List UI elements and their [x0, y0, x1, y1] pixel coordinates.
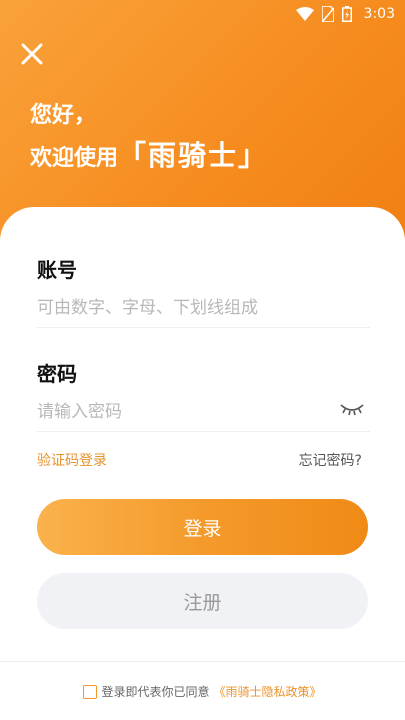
register-button[interactable]: 注册	[37, 573, 368, 629]
greeting-line2: 欢迎使用「雨骑士」	[30, 136, 268, 179]
footer-divider	[0, 661, 405, 662]
password-label: 密码	[37, 362, 77, 386]
status-time: 3:03	[363, 6, 395, 22]
battery-icon	[341, 6, 352, 22]
brand-name: 「雨骑士」	[118, 139, 269, 172]
wifi-icon	[295, 7, 314, 21]
close-button[interactable]	[16, 38, 48, 70]
agree-text: 登录即代表你已同意	[101, 685, 210, 699]
password-input[interactable]	[37, 392, 370, 432]
greeting-line1: 您好，	[30, 103, 97, 128]
agreement-row: 登录即代表你已同意 《雨骑士隐私政策》	[0, 683, 405, 700]
no-sim-icon	[321, 6, 334, 22]
privacy-policy-link[interactable]: 《雨骑士隐私政策》	[214, 683, 322, 700]
forgot-password-link[interactable]: 忘记密码?	[299, 450, 362, 470]
sms-login-link[interactable]: 验证码登录	[37, 450, 107, 470]
greeting: 您好， 欢迎使用「雨骑士」	[30, 96, 268, 179]
greeting-prefix: 欢迎使用	[30, 146, 119, 171]
account-input[interactable]	[37, 288, 370, 328]
eye-closed-icon[interactable]	[340, 401, 364, 417]
agree-checkbox[interactable]	[83, 684, 98, 699]
account-label: 账号	[37, 258, 77, 282]
login-button[interactable]: 登录	[37, 499, 368, 555]
close-icon	[21, 43, 43, 65]
status-bar: 3:03	[0, 0, 405, 28]
